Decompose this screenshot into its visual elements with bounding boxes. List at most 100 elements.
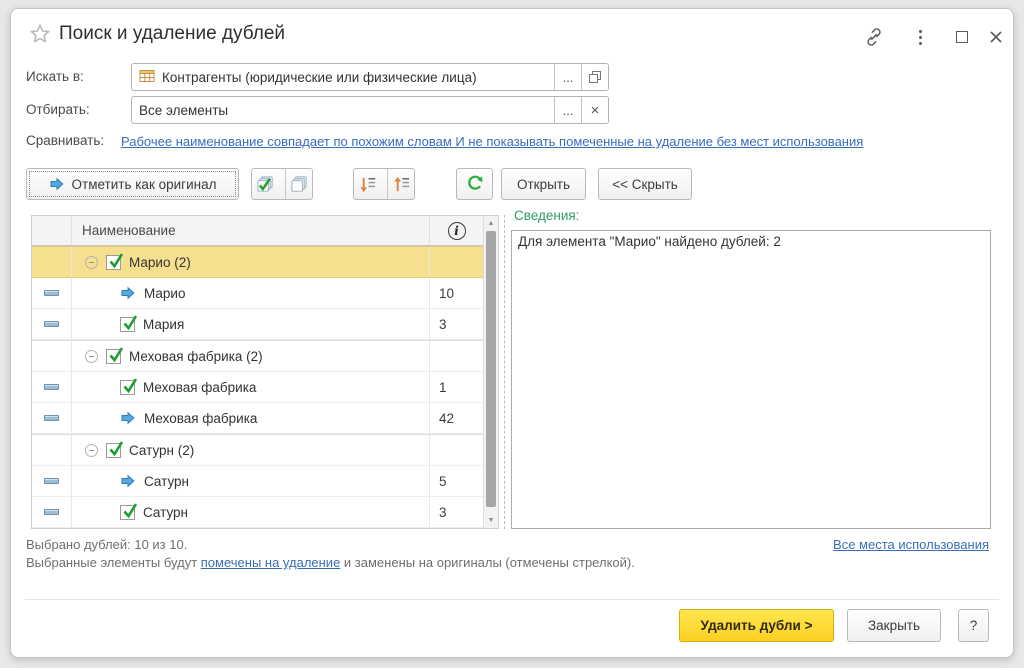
table-row[interactable]: Сатурн 5 [32, 466, 483, 497]
close-icon[interactable] [983, 25, 1009, 49]
search-in-value: Контрагенты (юридические или физические … [162, 70, 477, 85]
open-button[interactable]: Открыть [501, 168, 586, 200]
scroll-up-icon[interactable]: ▲ [484, 220, 498, 227]
checkbox-checked-icon[interactable] [106, 255, 121, 270]
original-arrow-icon [120, 285, 136, 301]
mark-original-button[interactable]: Отметить как оригинал [26, 168, 239, 200]
check-buttons-group [251, 168, 313, 200]
row-usage-count: 42 [430, 403, 483, 433]
table-row[interactable]: Сатурн3 [32, 497, 483, 528]
delete-duplicates-button[interactable]: Удалить дубли > [679, 609, 834, 642]
hide-button-label: << Скрыть [612, 177, 678, 192]
collapse-icon[interactable] [85, 444, 98, 457]
filter-clear-icon[interactable]: × [581, 97, 608, 123]
maximize-icon[interactable] [949, 25, 975, 49]
bottom-separator [25, 599, 999, 600]
row-name-cell[interactable]: Марио (2) [72, 247, 430, 277]
mark-original-label: Отметить как оригинал [72, 177, 217, 192]
usage-locations-link[interactable]: Все места использования [833, 537, 989, 552]
checkbox-checked-icon[interactable] [120, 505, 135, 520]
row-marker-cell [32, 309, 72, 339]
row-name-cell[interactable]: Сатурн [72, 466, 430, 496]
collapse-icon[interactable] [85, 350, 98, 363]
search-in-field[interactable]: Контрагенты (юридические или физические … [131, 63, 609, 91]
original-arrow-icon [120, 473, 136, 489]
scroll-down-icon[interactable]: ▼ [484, 517, 498, 524]
checkbox-checked-icon[interactable] [120, 380, 135, 395]
details-label: Сведения: [514, 208, 579, 223]
page-title: Поиск и удаление дублей [59, 23, 285, 45]
more-menu-icon[interactable] [907, 25, 933, 49]
row-marker-dash-icon [44, 384, 59, 390]
get-link-icon[interactable] [861, 25, 887, 49]
compare-settings-link[interactable]: Рабочее наименование совпадает по похожи… [121, 134, 863, 149]
checkbox-checked-icon[interactable] [106, 443, 121, 458]
info-column-header[interactable]: i [430, 216, 483, 245]
scrollbar-thumb[interactable] [486, 231, 496, 507]
row-usage-count [430, 341, 483, 371]
uncheck-all-icon[interactable] [285, 169, 312, 199]
row-name-cell[interactable]: Меховая фабрика [72, 403, 430, 433]
row-label: Марио [144, 286, 185, 301]
row-name-cell[interactable]: Меховая фабрика (2) [72, 341, 430, 371]
row-label: Мария [143, 317, 184, 332]
details-text: Для элемента "Марио" найдено дублей: 2 [518, 234, 781, 249]
open-button-label: Открыть [517, 177, 570, 192]
filter-choose-button[interactable]: ... [554, 97, 581, 123]
check-all-icon[interactable] [252, 169, 278, 199]
row-label: Меховая фабрика [143, 380, 256, 395]
table-row[interactable]: Мария3 [32, 309, 483, 340]
table-row[interactable]: Меховая фабрика1 [32, 372, 483, 403]
row-name-cell[interactable]: Меховая фабрика [72, 372, 430, 402]
table-header: Наименование i [32, 216, 483, 246]
row-name-cell[interactable]: Марио [72, 278, 430, 308]
search-in-label: Искать в: [26, 63, 84, 91]
row-label: Меховая фабрика (2) [129, 349, 263, 364]
footer-description-suffix: и заменены на оригиналы (отмечены стрелк… [340, 555, 635, 570]
row-marker-dash-icon [44, 321, 59, 327]
collapse-icon[interactable] [85, 256, 98, 269]
help-button[interactable]: ? [958, 609, 989, 642]
favorite-star-icon[interactable] [28, 22, 52, 46]
row-name-cell[interactable]: Мария [72, 309, 430, 339]
search-in-choose-button[interactable]: ... [554, 64, 581, 90]
checkbox-checked-icon[interactable] [106, 349, 121, 364]
marked-for-deletion-link[interactable]: помечены на удаление [201, 555, 341, 570]
original-arrow-icon [49, 176, 65, 192]
table-row[interactable]: Марио (2) [32, 246, 483, 278]
info-icon: i [448, 222, 466, 240]
row-usage-count: 5 [430, 466, 483, 496]
close-button[interactable]: Закрыть [847, 609, 941, 642]
filter-value: Все элементы [139, 103, 228, 118]
row-marker-cell [32, 372, 72, 402]
row-name-cell[interactable]: Сатурн [72, 497, 430, 527]
row-label: Сатурн [144, 474, 189, 489]
table-row[interactable]: Сатурн (2) [32, 434, 483, 466]
sort-descending-icon[interactable] [354, 169, 380, 199]
row-usage-count [430, 247, 483, 277]
table-row[interactable]: Марио 10 [32, 278, 483, 309]
sort-ascending-icon[interactable] [387, 169, 414, 199]
bottom-button-bar: Удалить дубли > Закрыть ? [679, 609, 989, 642]
sort-buttons-group [353, 168, 415, 200]
refresh-button[interactable] [456, 168, 493, 200]
row-usage-count: 10 [430, 278, 483, 308]
row-label: Сатурн (2) [129, 443, 194, 458]
details-panel[interactable]: Для элемента "Марио" найдено дублей: 2 [511, 230, 991, 529]
catalog-table-icon [139, 69, 155, 86]
table-row[interactable]: Меховая фабрика42 [32, 403, 483, 434]
marker-column-header [32, 216, 72, 245]
name-column-header[interactable]: Наименование [72, 216, 430, 245]
row-name-cell[interactable]: Сатурн (2) [72, 435, 430, 465]
row-marker-cell [32, 341, 72, 371]
open-in-window-icon[interactable] [581, 64, 608, 90]
duplicates-table: Наименование i Марио (2) Марио 10Мария3 Мех… [31, 215, 499, 529]
vertical-scrollbar[interactable]: ▲ ▼ [483, 216, 498, 528]
row-marker-cell [32, 403, 72, 433]
checkbox-checked-icon[interactable] [120, 317, 135, 332]
filter-field[interactable]: Все элементы ... × [131, 96, 609, 124]
panel-splitter[interactable] [504, 215, 505, 529]
hide-button[interactable]: << Скрыть [598, 168, 692, 200]
footer-description: Выбранные элементы будут помечены на уда… [26, 555, 635, 570]
table-row[interactable]: Меховая фабрика (2) [32, 340, 483, 372]
